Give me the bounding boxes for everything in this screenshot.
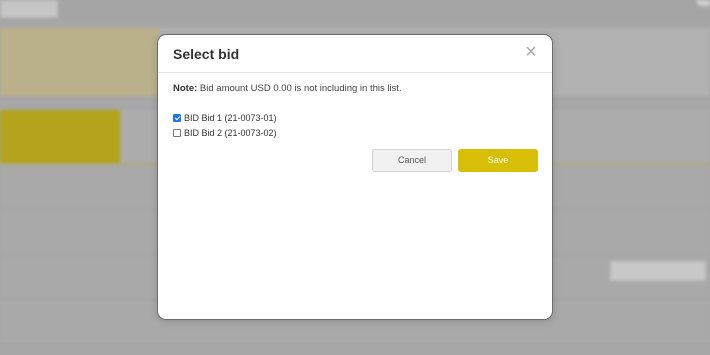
bg-top-input: [0, 0, 58, 18]
cancel-button[interactable]: Cancel: [372, 149, 452, 172]
bid-option[interactable]: BID Bid 1 (21-0073-01): [173, 111, 277, 125]
note: Note: Bid amount USD 0.00 is not includi…: [173, 83, 402, 94]
bid-option[interactable]: BID Bid 2 (21-0073-02): [173, 126, 277, 140]
note-text: Bid amount USD 0.00 is not including in …: [199, 83, 402, 94]
bg-topbar: [0, 0, 710, 22]
checkbox-icon[interactable]: [173, 129, 181, 137]
bg-top-dot: [696, 0, 710, 6]
bg-total-input: [610, 261, 706, 281]
select-bid-modal: Select bid × Note: Bid amount USD 0.00 i…: [157, 34, 553, 320]
bg-tab-active: [0, 110, 120, 164]
checkbox-icon-checked[interactable]: [173, 114, 181, 122]
note-label: Note:: [173, 83, 198, 94]
close-icon[interactable]: ×: [522, 42, 540, 62]
page: Select bid × Note: Bid amount USD 0.00 i…: [0, 0, 710, 355]
bid-list: BID Bid 1 (21-0073-01) BID Bid 2 (21-007…: [173, 111, 277, 141]
save-button[interactable]: Save: [458, 149, 538, 172]
modal-title: Select bid: [173, 46, 240, 62]
bg-summary-left: [0, 28, 160, 96]
bid-option-label: BID Bid 1 (21-0073-01): [184, 113, 277, 123]
bid-option-label: BID Bid 2 (21-0073-02): [184, 128, 277, 138]
modal-header: Select bid ×: [158, 35, 552, 73]
